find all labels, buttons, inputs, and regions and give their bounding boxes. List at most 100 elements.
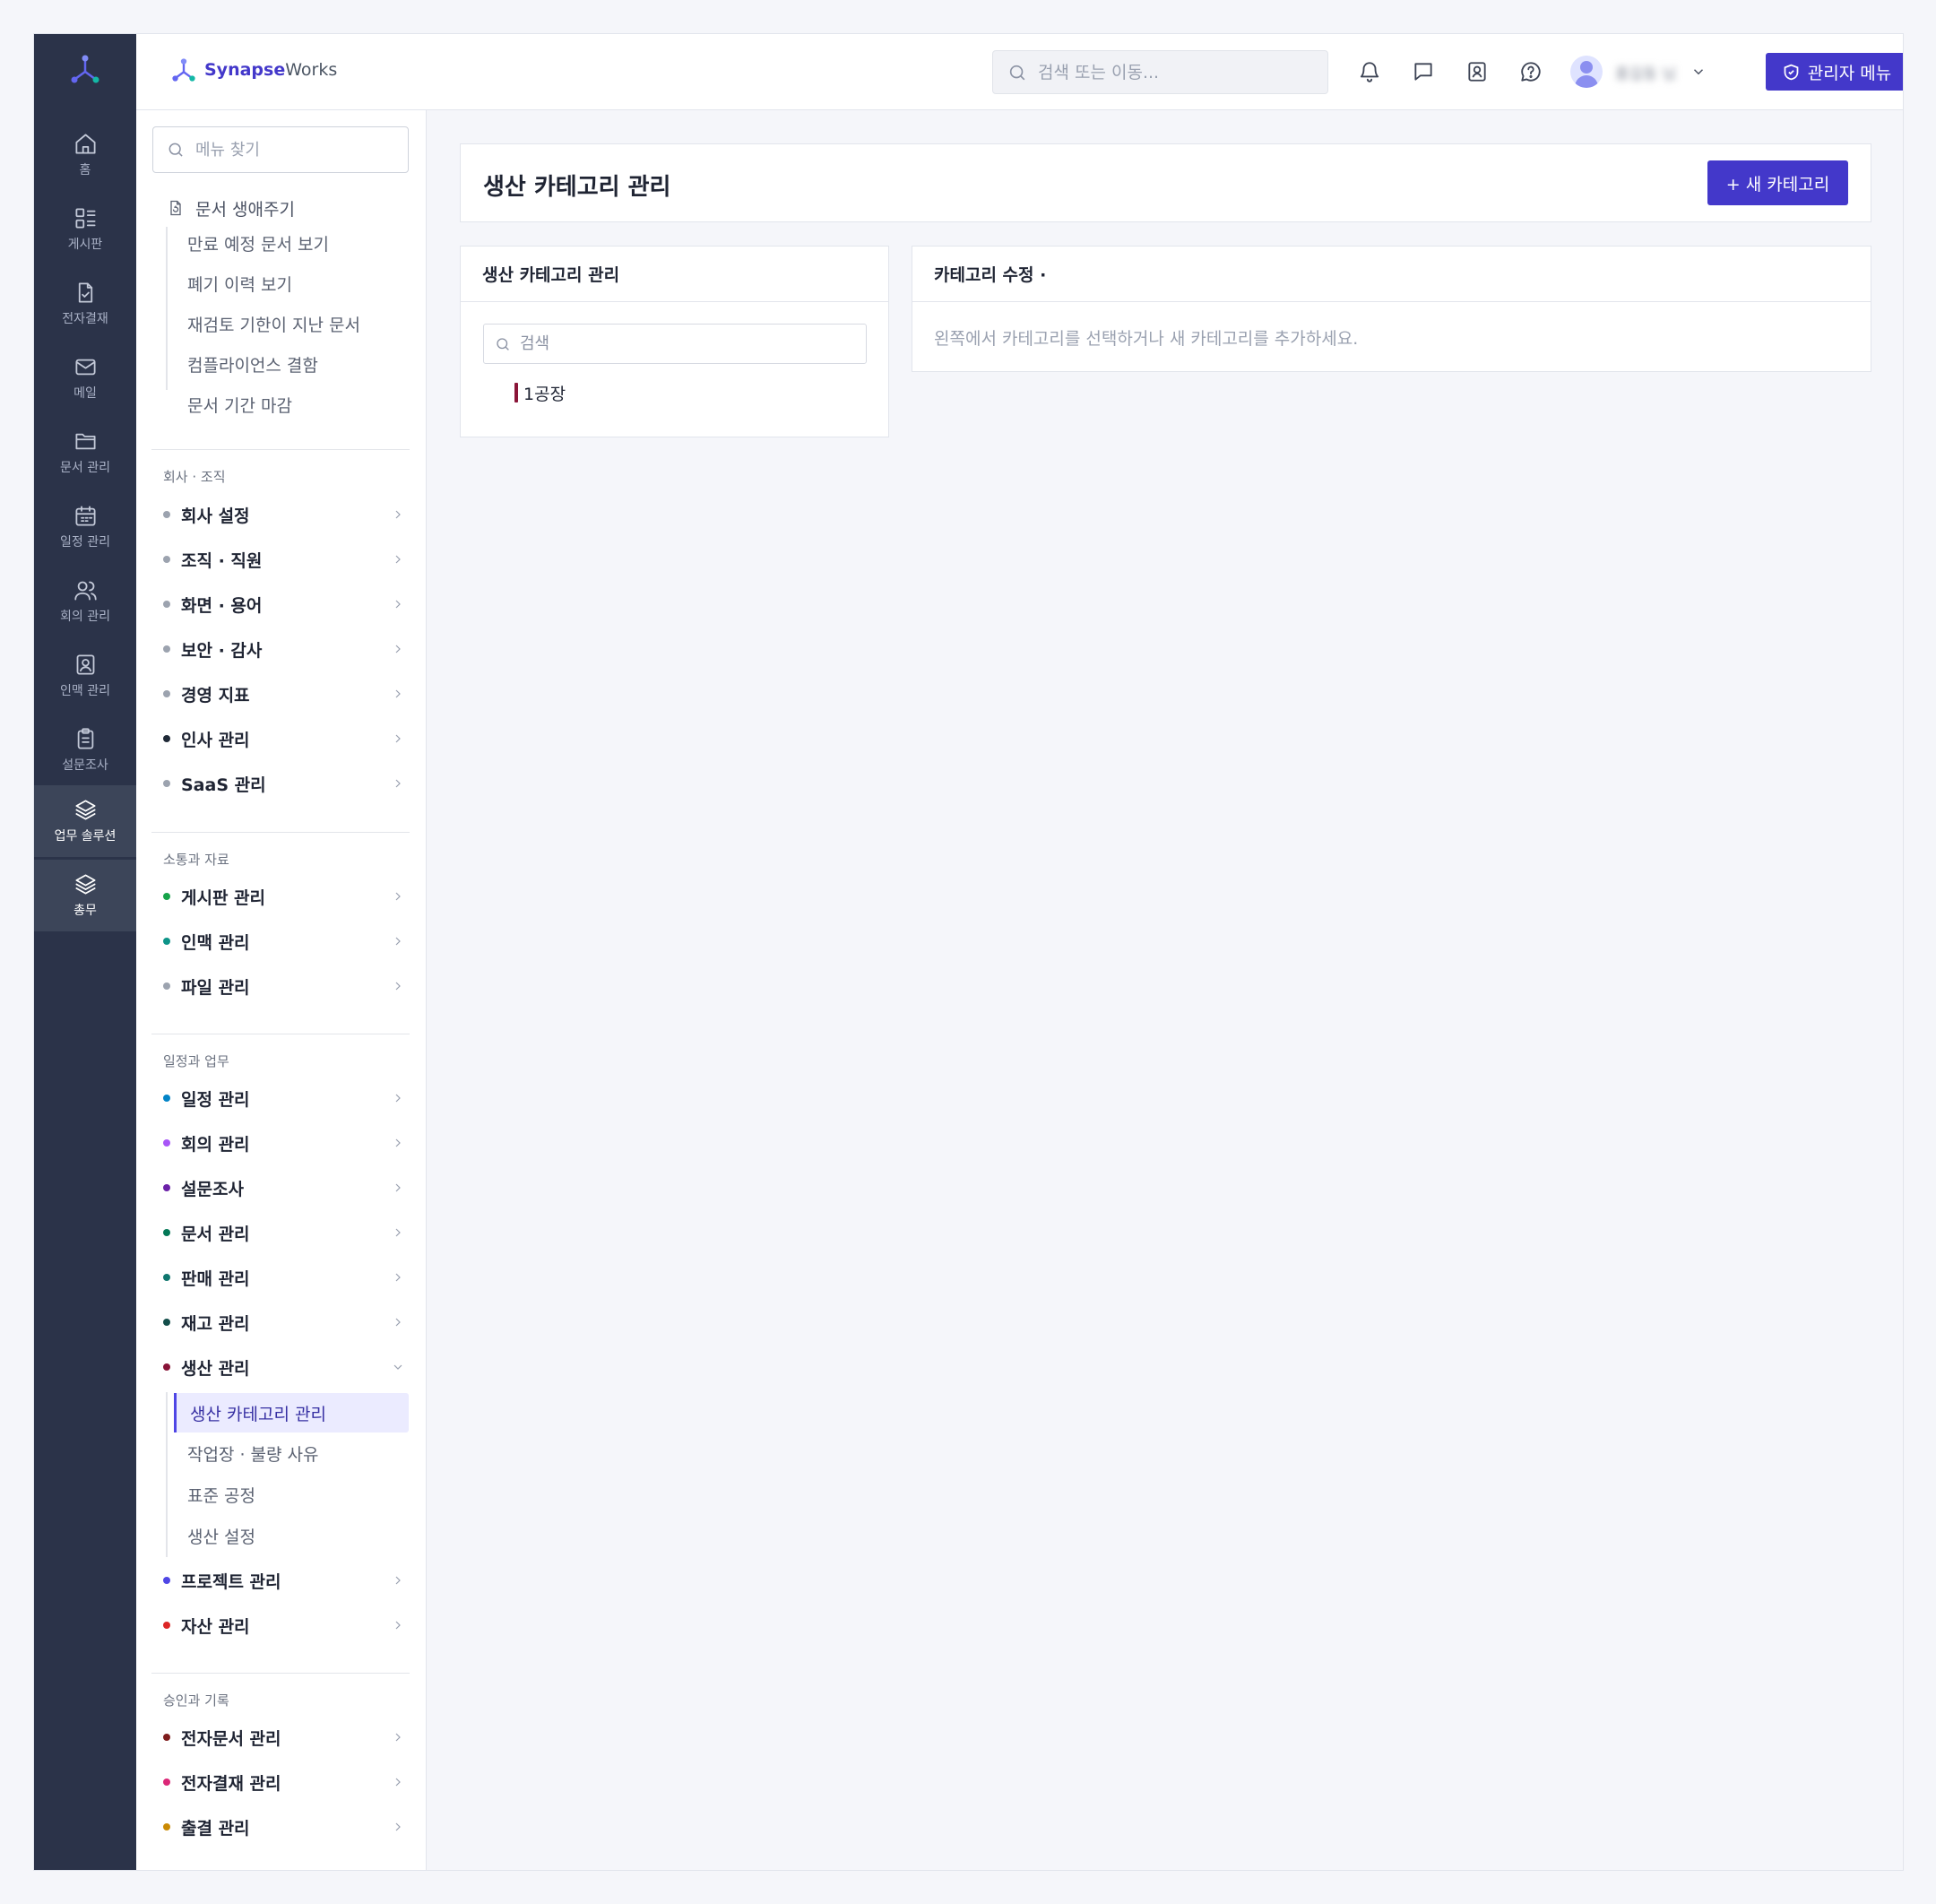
rail-item-board[interactable]: 게시판 [34,194,136,265]
sidebar-item-company-settings[interactable]: 회사 설정 [161,497,412,532]
global-search[interactable] [992,50,1328,94]
messages-button[interactable] [1409,57,1438,86]
chat-icon [1414,63,1432,81]
chevron-down-icon [393,1364,402,1370]
calendar-icon [74,506,96,526]
chevron-right-icon [395,1778,401,1787]
rail-item-label: 게시판 [67,238,103,252]
rail-item-contacts[interactable]: 인맥 관리 [34,640,136,712]
brand[interactable]: SynapseWorks [170,56,337,83]
sidebar-item-production-settings[interactable]: 생산 설정 [187,1518,255,1553]
rail-item-documents[interactable]: 문서 관리 [34,417,136,489]
category-color-bar [514,383,518,402]
sidebar-item-board-admin[interactable]: 게시판 관리 [161,878,412,914]
sidebar-item-document-admin[interactable]: 문서 관리 [161,1215,412,1251]
sidebar-item-file-admin[interactable]: 파일 관리 [161,968,412,1004]
rail-item-survey[interactable]: 설문조사 [34,714,136,786]
document-lifecycle-header[interactable]: 문서 생애주기 [167,194,295,222]
chevron-right-icon [395,1822,401,1831]
shield-check-icon [1784,64,1799,80]
sidebar-item-saas[interactable]: SaaS 관리 [161,766,412,801]
section-divider [151,832,410,833]
chevron-down-icon [1693,69,1704,75]
sidebar-item-org-staff[interactable]: 조직 · 직원 [161,541,412,577]
sidebar-item-meeting-admin[interactable]: 회의 관리 [161,1125,412,1161]
sidebar-item-overdue-review[interactable]: 재검토 기한이 지난 문서 [187,306,360,342]
status-dot [163,556,170,563]
global-search-input[interactable] [1038,62,1307,82]
new-category-button[interactable]: + 새 카테고리 [1707,160,1848,205]
category-search-input[interactable] [520,334,860,353]
clipboard-icon [77,728,93,749]
status-dot [163,938,170,945]
rail-item-label: 인맥 관리 [60,684,110,698]
sidebar-item-screen-terms[interactable]: 화면 · 용어 [161,586,412,622]
status-dot [163,1363,170,1371]
sidebar-item-hr[interactable]: 인사 관리 [161,721,412,757]
synapse-logo-icon [71,55,99,83]
sidebar-item-expiring-docs[interactable]: 만료 예정 문서 보기 [187,225,329,261]
status-dot [163,982,170,990]
sidebar-item-attendance-admin[interactable]: 출결 관리 [161,1809,412,1845]
chevron-right-icon [395,1228,401,1237]
help-button[interactable] [1517,57,1545,86]
rail-item-meetings[interactable]: 회의 관리 [34,566,136,637]
chevron-right-icon [395,645,401,653]
sidebar-item-project-admin[interactable]: 프로젝트 관리 [161,1562,412,1598]
layers-icon [74,874,96,895]
rail-item-label: 문서 관리 [60,461,110,475]
sidebar-item-disposal-history[interactable]: 폐기 이력 보기 [187,265,292,301]
sidebar-item-asset-admin[interactable]: 자산 관리 [161,1607,412,1643]
status-dot [163,735,170,742]
admin-menu-button[interactable]: 관리자 메뉴 [1766,53,1903,91]
rail-item-label: 메일 [73,386,97,401]
sidebar-item-workshop-defect[interactable]: 작업장 · 불량 사유 [187,1435,319,1471]
sidebar-item-eapproval-admin[interactable]: 전자결재 관리 [161,1764,412,1800]
contact-icon [76,654,94,675]
notifications-button[interactable] [1355,57,1384,86]
contacts-button[interactable] [1463,57,1491,86]
category-item-label: 1공장 [523,384,566,404]
sidebar-item-schedule-admin[interactable]: 일정 관리 [161,1080,412,1116]
sidebar-item-compliance-defects[interactable]: 컴플라이언스 결함 [187,346,318,382]
status-dot [163,645,170,653]
category-edit-title: 카테고리 수정 · [912,247,1871,302]
chevron-right-icon [395,1733,401,1742]
sidebar-item-management-kpi[interactable]: 경영 지표 [161,676,412,712]
chevron-right-icon [395,1621,401,1630]
category-search[interactable] [483,324,867,364]
rail-item-general-affairs[interactable]: 총무 [34,860,136,931]
users-icon [73,581,97,601]
admin-menu-label: 관리자 메뉴 [1807,63,1892,83]
sidebar-item-edoc-admin[interactable]: 전자문서 관리 [161,1719,412,1755]
sidebar-item-inventory-admin[interactable]: 재고 관리 [161,1304,412,1340]
sidebar-item-sales-admin[interactable]: 판매 관리 [161,1259,412,1295]
category-item[interactable]: 1공장 [514,381,566,404]
chevron-right-icon [395,1138,401,1147]
rail-item-business-solutions[interactable]: 업무 솔루션 [34,785,136,857]
rail-item-home[interactable]: 홈 [34,119,136,191]
sidebar-item-survey-admin[interactable]: 설문조사 [161,1170,412,1206]
sidebar-item-standard-process[interactable]: 표준 공정 [187,1476,255,1512]
sidebar-item-production-admin[interactable]: 생산 관리 [161,1349,412,1385]
app-logo[interactable] [34,50,136,88]
user-menu[interactable]: 홍길동 님 [1570,54,1707,90]
sidebar-item-document-deadline[interactable]: 문서 기간 마감 [187,386,292,422]
rail-item-schedule[interactable]: 일정 관리 [34,491,136,563]
sidebar-item-production-category[interactable]: 생산 카테고리 관리 [174,1393,409,1432]
menu-search[interactable] [152,126,409,173]
sidebar-item-contacts-admin[interactable]: 인맥 관리 [161,923,412,959]
rail-item-mail[interactable]: 메일 [34,342,136,414]
category-list-panel: 생산 카테고리 관리 1공장 [460,246,889,437]
status-dot [163,1823,170,1830]
app-window: 홈 게시판 전자결재 메일 문서 관리 일정 관리 회의 관리 인맥 관리 설문… [33,33,1904,1871]
category-edit-panel: 카테고리 수정 · 왼쪽에서 카테고리를 선택하거나 새 카테고리를 추가하세요… [912,246,1871,372]
chevron-right-icon [395,734,401,743]
page-title: 생산 카테고리 관리 [483,174,671,201]
sidebar-item-security-audit[interactable]: 보안 · 감사 [161,631,412,667]
chevron-right-icon [395,600,401,609]
status-dot [163,1274,170,1281]
menu-search-input[interactable] [195,140,402,160]
status-dot [163,1779,170,1786]
rail-item-approval[interactable]: 전자결재 [34,268,136,340]
